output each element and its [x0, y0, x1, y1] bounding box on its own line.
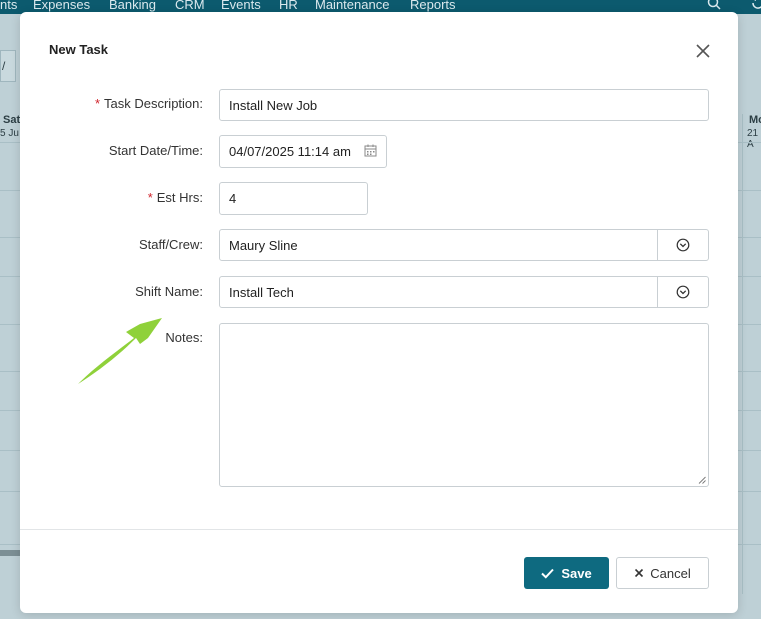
- save-button[interactable]: Save: [524, 557, 609, 589]
- notes-label: Notes:: [165, 330, 203, 345]
- shift-name-dropdown-button[interactable]: [657, 277, 708, 307]
- background-day-header-left: Sat 5 Ju: [0, 114, 21, 139]
- nav-item-events[interactable]: Events: [221, 0, 261, 12]
- task-description-label: * Task Description:: [94, 96, 203, 111]
- nav-item-banking[interactable]: Banking: [109, 0, 156, 12]
- cancel-button[interactable]: Cancel: [616, 557, 709, 589]
- shift-name-value: Install Tech: [229, 284, 294, 300]
- close-icon: [635, 568, 644, 578]
- close-button[interactable]: [692, 40, 714, 62]
- background-column-divider: [742, 114, 743, 594]
- footer-divider: [20, 529, 738, 530]
- dialog-title: New Task: [49, 42, 109, 57]
- nav-item-expenses[interactable]: Expenses: [33, 0, 90, 12]
- start-datetime-input[interactable]: 04/07/2025 11:14 am: [219, 135, 387, 168]
- close-icon: [696, 44, 710, 58]
- refresh-icon[interactable]: [750, 0, 761, 13]
- nav-item-reports[interactable]: Reports: [410, 0, 456, 12]
- est-hrs-input[interactable]: 4: [219, 182, 368, 215]
- chevron-down-circle-icon: [676, 238, 690, 252]
- shift-name-label: Shift Name:: [135, 284, 203, 299]
- start-datetime-label: Start Date/Time:: [108, 143, 203, 158]
- shift-name-select[interactable]: Install Tech: [219, 276, 709, 308]
- resize-handle-icon[interactable]: [698, 476, 706, 484]
- calendar-icon[interactable]: [364, 144, 377, 160]
- nav-item-events-truncated[interactable]: nts: [0, 0, 17, 12]
- nav-item-hr[interactable]: HR: [279, 0, 298, 12]
- staff-crew-label: Staff/Crew:: [138, 237, 203, 252]
- required-marker: *: [147, 190, 153, 205]
- staff-crew-dropdown-button[interactable]: [657, 230, 708, 260]
- nav-item-crm[interactable]: CRM: [175, 0, 205, 12]
- staff-crew-select[interactable]: Maury Sline: [219, 229, 709, 261]
- background-scrollbar: [0, 550, 20, 556]
- notes-textarea[interactable]: [219, 323, 709, 487]
- checkmark-icon: [541, 568, 555, 579]
- background-toolbar-button: /: [0, 50, 16, 82]
- chevron-down-circle-icon: [676, 285, 690, 299]
- new-task-dialog: New Task * Task Description: Install New …: [20, 12, 738, 613]
- nav-item-maintenance[interactable]: Maintenance: [315, 0, 389, 12]
- annotation-arrow-icon: [78, 318, 162, 384]
- required-marker: *: [94, 96, 101, 111]
- est-hrs-label: * Est Hrs:: [147, 190, 203, 205]
- staff-crew-value: Maury Sline: [229, 237, 298, 253]
- task-description-input[interactable]: Install New Job: [219, 89, 709, 121]
